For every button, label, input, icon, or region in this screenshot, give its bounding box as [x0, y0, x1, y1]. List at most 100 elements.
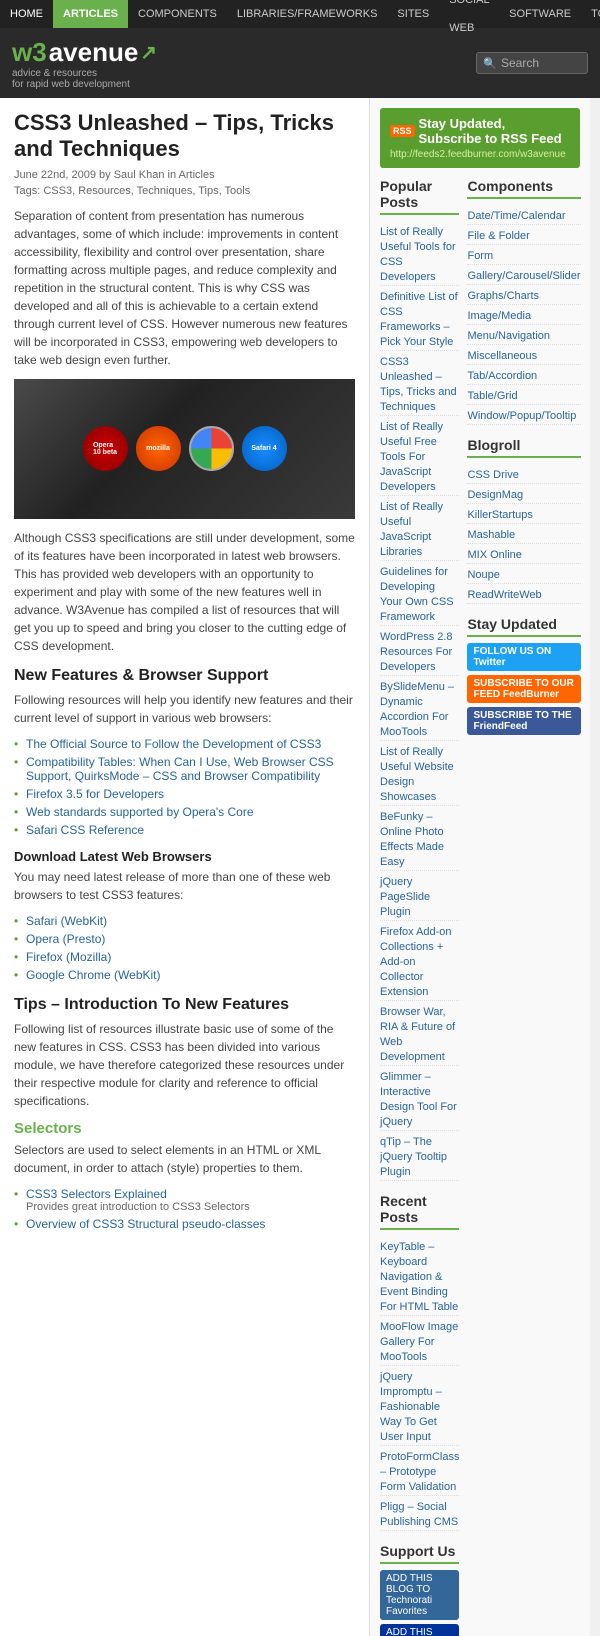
- list-item: Safari CSS Reference: [14, 821, 355, 839]
- nav-item-tools[interactable]: TOOLS: [581, 0, 600, 28]
- list-item: jQuery Impromptu – Fashionable Way To Ge…: [380, 1366, 459, 1446]
- blogroll-title: Blogroll: [467, 437, 580, 458]
- safari-logo: Safari 4: [242, 426, 287, 471]
- list-item: The Official Source to Follow the Develo…: [14, 735, 355, 753]
- list-item: Graphs/Charts: [467, 285, 580, 305]
- nav-item-articles[interactable]: ARTICLES: [53, 0, 128, 28]
- article-intro: Separation of content from presentation …: [14, 207, 355, 369]
- list-item: CSS Drive: [467, 464, 580, 484]
- stay-updated-section: Stay Updated FOLLOW US ON Twitter SUBSCRI…: [467, 616, 580, 735]
- firefox-logo: mozilla: [136, 426, 181, 471]
- recent-posts-section: Recent Posts KeyTable – Keyboard Navigat…: [380, 1193, 459, 1531]
- section1-body: Following resources will help you identi…: [14, 691, 355, 727]
- list-item: qTip – The jQuery Tooltip Plugin: [380, 1131, 459, 1181]
- section1-heading: New Features & Browser Support: [14, 667, 355, 685]
- list-item: CSS3 Unleashed – Tips, Tricks and Techni…: [380, 351, 459, 416]
- sidebar: RSS Stay Updated, Subscribe to RSS Feed …: [370, 98, 590, 1636]
- article-tags: Tags: CSS3, Resources, Techniques, Tips,…: [14, 185, 355, 197]
- components-list: Date/Time/CalendarFile & FolderFormGalle…: [467, 205, 580, 425]
- list-item: Window/Popup/Tooltip: [467, 405, 580, 425]
- list-item: Date/Time/Calendar: [467, 205, 580, 225]
- logo-tagline: advice & resources for rapid web develop…: [12, 68, 157, 90]
- chrome-logo: [189, 426, 234, 471]
- list-item: Guidelines for Developing Your Own CSS F…: [380, 561, 459, 626]
- list-item: KillerStartups: [467, 504, 580, 524]
- logo: w3avenue ↗: [12, 37, 157, 68]
- nav-item-libraries[interactable]: LIBRARIES/FRAMEWORKS: [227, 0, 388, 28]
- main-wrapper: CSS3 Unleashed – Tips, Tricks and Techni…: [0, 98, 600, 1636]
- rss-title: RSS Stay Updated, Subscribe to RSS Feed: [390, 116, 570, 146]
- social-btn-twitter[interactable]: FOLLOW US ON Twitter: [467, 643, 580, 671]
- list-item: Firefox 3.5 for Developers: [14, 785, 355, 803]
- content-area: CSS3 Unleashed – Tips, Tricks and Techni…: [0, 98, 370, 1636]
- list-item: List of Really Useful Website Design Sho…: [380, 741, 459, 806]
- list-item: Overview of CSS3 Structural pseudo-class…: [14, 1215, 355, 1233]
- social-btn-feedburner[interactable]: SUBSCRIBE TO OUR FEED FeedBurner: [467, 675, 580, 703]
- list-item: Noupe: [467, 564, 580, 584]
- list-item: Table/Grid: [467, 385, 580, 405]
- list-item: List of Really Useful Free Tools For Jav…: [380, 416, 459, 496]
- sidebar-left-col: Popular Posts List of Really Useful Tool…: [380, 178, 459, 1636]
- social-buttons: FOLLOW US ON Twitter SUBSCRIBE TO OUR FEE…: [467, 643, 580, 735]
- list-item: Menu/Navigation: [467, 325, 580, 345]
- support-btn-delicious[interactable]: ADD THIS BLOG TO Delicious Bookmarks: [380, 1624, 459, 1636]
- list-item: ReadWriteWeb: [467, 584, 580, 604]
- nav-item-social[interactable]: SOCIAL WEB: [439, 0, 499, 42]
- nav-item-home[interactable]: HOME: [0, 0, 53, 28]
- list-item: Glimmer – Interactive Design Tool For jQ…: [380, 1066, 459, 1131]
- nav-item-components[interactable]: COMPONENTS: [128, 0, 227, 28]
- list-item: Pligg – Social Publishing CMS: [380, 1496, 459, 1531]
- list-item: File & Folder: [467, 225, 580, 245]
- list-item: jQuery PageSlide Plugin: [380, 871, 459, 921]
- list-item: Opera (Presto): [14, 930, 355, 948]
- sidebar-two-col: Popular Posts List of Really Useful Tool…: [380, 178, 580, 1636]
- list-item: Firefox Add-on Collections + Add-on Coll…: [380, 921, 459, 1001]
- nav-item-sites[interactable]: SITES: [387, 0, 439, 28]
- components-title: Components: [467, 178, 580, 199]
- social-btn-friendfeed[interactable]: SUBSCRIBE TO THE FriendFeed: [467, 707, 580, 735]
- list-item: List of Really Useful Tools for CSS Deve…: [380, 221, 459, 286]
- selectors-body: Selectors are used to select elements in…: [14, 1141, 355, 1177]
- list-item: Browser War, RIA & Future of Web Develop…: [380, 1001, 459, 1066]
- popular-posts-section: Popular Posts List of Really Useful Tool…: [380, 178, 459, 1181]
- stay-updated-title: Stay Updated: [467, 616, 580, 637]
- list-item: Google Chrome (WebKit): [14, 966, 355, 984]
- rss-icon: RSS: [390, 125, 415, 137]
- popular-posts-title: Popular Posts: [380, 178, 459, 215]
- download-body: You may need latest release of more than…: [14, 868, 355, 904]
- list-item: MooFlow Image Gallery For MooTools: [380, 1316, 459, 1366]
- list-item: Mashable: [467, 524, 580, 544]
- list-item: KeyTable – Keyboard Navigation & Event B…: [380, 1236, 459, 1316]
- list-item: Web standards supported by Opera's Core: [14, 803, 355, 821]
- list-item: Compatibility Tables: When Can I Use, We…: [14, 753, 355, 785]
- article-meta: June 22nd, 2009 by Saul Khan in Articles: [14, 169, 355, 181]
- selectors-links: CSS3 Selectors ExplainedProvides great i…: [14, 1185, 355, 1233]
- list-item: MIX Online: [467, 544, 580, 564]
- list-item: Firefox (Mozilla): [14, 948, 355, 966]
- logo-w3: w3: [12, 37, 47, 68]
- recent-posts-list: KeyTable – Keyboard Navigation & Event B…: [380, 1236, 459, 1531]
- section1-links: The Official Source to Follow the Develo…: [14, 735, 355, 839]
- download-links: Safari (WebKit)Opera (Presto)Firefox (Mo…: [14, 912, 355, 984]
- search-input[interactable]: [501, 56, 581, 70]
- list-item: Definitive List of CSS Frameworks – Pick…: [380, 286, 459, 351]
- popular-posts-list: List of Really Useful Tools for CSS Deve…: [380, 221, 459, 1181]
- support-buttons: ADD THIS BLOG TO Technorati Favorites ADD…: [380, 1570, 459, 1636]
- recent-posts-title: Recent Posts: [380, 1193, 459, 1230]
- components-section: Components Date/Time/CalendarFile & Fold…: [467, 178, 580, 425]
- rss-box: RSS Stay Updated, Subscribe to RSS Feed …: [380, 108, 580, 168]
- article-image: Opera10 beta mozilla Safari 4: [14, 379, 355, 519]
- search-icon: 🔍: [483, 57, 497, 70]
- list-item: Miscellaneous: [467, 345, 580, 365]
- top-navigation: HOMEARTICLESCOMPONENTSLIBRARIES/FRAMEWOR…: [0, 0, 600, 28]
- browser-logos: Opera10 beta mozilla Safari 4: [83, 426, 287, 471]
- support-btn-technorati[interactable]: ADD THIS BLOG TO Technorati Favorites: [380, 1570, 459, 1620]
- list-item: DesignMag: [467, 484, 580, 504]
- nav-item-software[interactable]: SOFTWARE: [499, 0, 581, 28]
- logo-arrow: ↗: [140, 40, 157, 65]
- sidebar-right-col: Components Date/Time/CalendarFile & Fold…: [467, 178, 580, 1636]
- list-item: Safari (WebKit): [14, 912, 355, 930]
- list-item: WordPress 2.8 Resources For Developers: [380, 626, 459, 676]
- search-box[interactable]: 🔍: [476, 52, 588, 74]
- list-item: Gallery/Carousel/Slider: [467, 265, 580, 285]
